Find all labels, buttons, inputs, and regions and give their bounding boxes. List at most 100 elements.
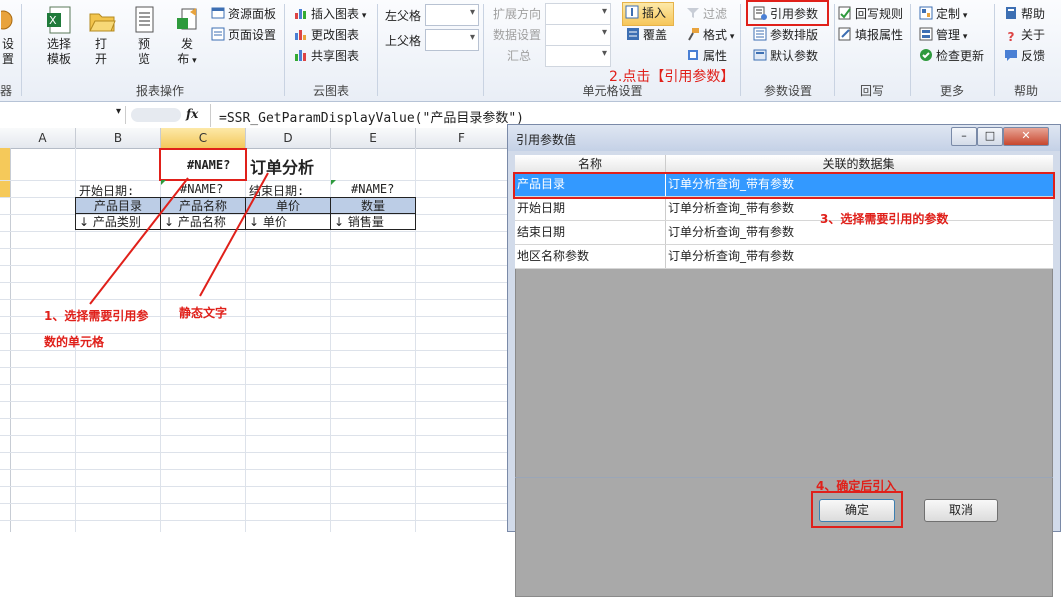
fx-icon[interactable]: fx — [186, 107, 198, 121]
change-chart-button[interactable]: 更改图表 — [292, 25, 359, 45]
close-icon[interactable]: ✕ — [1003, 127, 1049, 146]
page-setup-icon — [211, 27, 225, 41]
overwrite-button[interactable]: 覆盖 — [624, 25, 667, 45]
annotation-arrows — [89, 172, 269, 305]
excel-template-icon: X — [46, 6, 72, 34]
overwrite-icon — [626, 27, 640, 41]
filter-icon — [686, 6, 700, 20]
about-button[interactable]: ? 关于 — [1002, 25, 1046, 45]
left-parent-combo[interactable] — [425, 4, 479, 26]
expand-direction-label: 扩展方向 — [493, 7, 542, 21]
publish-button[interactable]: 发 布 ▾ — [167, 4, 207, 74]
annotation-step1-line2: 数的单元格 — [44, 335, 105, 349]
group-label-partial: 器 — [0, 84, 13, 98]
grid-cell-dataset: 订单分析查询_带有参数 — [668, 201, 795, 215]
annotation-static-text: 静态文字 — [179, 306, 228, 320]
format-button[interactable]: 格式 ▾ — [684, 25, 734, 45]
expand-direction-combo[interactable] — [545, 3, 611, 25]
resource-panel-button[interactable]: 资源面板 — [209, 4, 276, 24]
grid-cell-name: 开始日期 — [515, 197, 666, 220]
filter-button[interactable]: 过滤 — [684, 4, 727, 24]
attributes-icon — [686, 48, 700, 62]
publish-icon — [174, 6, 200, 34]
ribbon: 设 置 器 X 选择 模板 打 开 预 览 发 布 ▾ 资源面板 页面设置 报表… — [0, 0, 1061, 102]
default-param-icon — [753, 48, 767, 62]
preview-button[interactable]: 预 览 — [127, 4, 161, 74]
writeback-rule-icon — [838, 6, 852, 20]
left-parent-label: 左父格 — [385, 9, 422, 23]
summary-combo[interactable] — [545, 45, 611, 67]
change-chart-icon — [294, 27, 308, 41]
dialog-titlebar[interactable]: 引用参数值 – □ ✕ — [508, 125, 1060, 151]
document-preview-icon — [131, 6, 157, 34]
minimize-icon[interactable]: – — [951, 127, 977, 146]
attributes-button[interactable]: 属性 — [684, 46, 727, 66]
resource-panel-icon — [211, 6, 225, 20]
param-sort-icon — [753, 27, 767, 41]
summary-label: 汇总 — [507, 49, 532, 63]
grid-header-dataset[interactable]: 关联的数据集 — [666, 155, 1051, 173]
maximize-icon[interactable]: □ — [977, 127, 1003, 146]
data-setting-combo[interactable] — [545, 24, 611, 46]
insert-button[interactable]: 插入 — [622, 2, 674, 26]
annotation-step1-line1: 1、选择需要引用参 — [44, 309, 149, 323]
formula-divider-handle[interactable] — [131, 108, 181, 122]
format-brush-icon — [686, 27, 700, 41]
settings-button-partial[interactable]: 设 置 — [0, 4, 16, 74]
insert-chart-button[interactable]: 插入图表 ▾ — [292, 4, 366, 24]
grid-cell-dataset: 订单分析查询_带有参数 — [668, 225, 795, 239]
data-setting-label: 数据设置 — [493, 28, 542, 42]
group-label-writeback: 回写 — [859, 84, 884, 98]
group-label-param: 参数设置 — [763, 84, 812, 98]
group-label-help: 帮助 — [1013, 84, 1038, 98]
manage-button[interactable]: 管理 ▾ — [917, 25, 967, 45]
svg-text:X: X — [49, 14, 57, 27]
manage-icon — [919, 27, 933, 41]
writeback-rule-button[interactable]: 回写规则 — [836, 4, 903, 24]
bar-chart-icon — [294, 6, 308, 20]
group-label-report: 报表操作 — [135, 84, 184, 98]
group-label-more: 更多 — [939, 84, 964, 98]
default-param-button[interactable]: 默认参数 — [751, 46, 818, 66]
help-button[interactable]: 帮助 — [1002, 4, 1045, 24]
select-template-button[interactable]: X 选择 模板 — [39, 4, 79, 74]
top-parent-label: 上父格 — [385, 34, 422, 48]
cancel-button[interactable]: 取消 — [924, 499, 998, 522]
feedback-icon — [1004, 48, 1018, 62]
question-icon: ? — [1007, 30, 1015, 44]
formula-input: =SSR_GetParamDisplayValue("产品目录参数") — [219, 111, 524, 126]
fill-attr-icon — [838, 27, 852, 41]
feedback-button[interactable]: 反馈 — [1002, 46, 1045, 66]
annotation-step2: 2.点击【引用参数】 — [609, 69, 735, 85]
fill-attr-button[interactable]: 填报属性 — [836, 25, 903, 45]
chevron-down-icon: ▾ — [115, 106, 121, 117]
open-button[interactable]: 打 开 — [84, 4, 118, 74]
grid-row[interactable]: 开始日期 订单分析查询_带有参数 — [515, 197, 1053, 221]
gear-icon — [0, 6, 15, 34]
selected-row-highlight — [513, 172, 1055, 199]
spreadsheet[interactable]: A B C D E F #NAME? 订单分析 开始日期: #NAME? 结束日… — [0, 128, 507, 532]
grid-row[interactable]: 结束日期 订单分析查询_带有参数 — [515, 221, 1053, 245]
group-label-cloud: 云图表 — [312, 84, 349, 98]
param-grid[interactable]: 名称 关联的数据集 产品目录 订单分析查询_带有参数 开始日期 订单分析查询_带… — [513, 155, 1055, 597]
dialog-title: 引用参数值 — [516, 133, 577, 147]
ref-param-highlight — [746, 0, 829, 26]
grid-header-name[interactable]: 名称 — [515, 155, 666, 173]
folder-open-icon — [88, 6, 116, 34]
customize-icon — [919, 6, 933, 20]
page-setup-button[interactable]: 页面设置 — [209, 25, 276, 45]
grid-cell-dataset: 订单分析查询_带有参数 — [668, 249, 795, 263]
name-box[interactable]: ▾ — [0, 106, 126, 124]
annotation-step3: 3、选择需要引用的参数 — [820, 212, 949, 226]
check-update-button[interactable]: 检查更新 — [917, 46, 984, 66]
grid-cell-name: 结束日期 — [515, 221, 666, 244]
share-chart-button[interactable]: 共享图表 — [292, 46, 359, 66]
check-update-icon — [919, 48, 933, 62]
customize-button[interactable]: 定制 ▾ — [917, 4, 967, 24]
grid-row[interactable]: 地区名称参数 订单分析查询_带有参数 — [515, 245, 1053, 269]
help-book-icon — [1004, 6, 1018, 20]
param-sort-button[interactable]: 参数排版 — [751, 25, 818, 45]
top-parent-combo[interactable] — [425, 29, 479, 51]
share-chart-icon — [294, 48, 308, 62]
ref-param-dialog: 引用参数值 – □ ✕ 名称 关联的数据集 产品目录 订单分析查询_带有参数 开… — [507, 124, 1061, 597]
